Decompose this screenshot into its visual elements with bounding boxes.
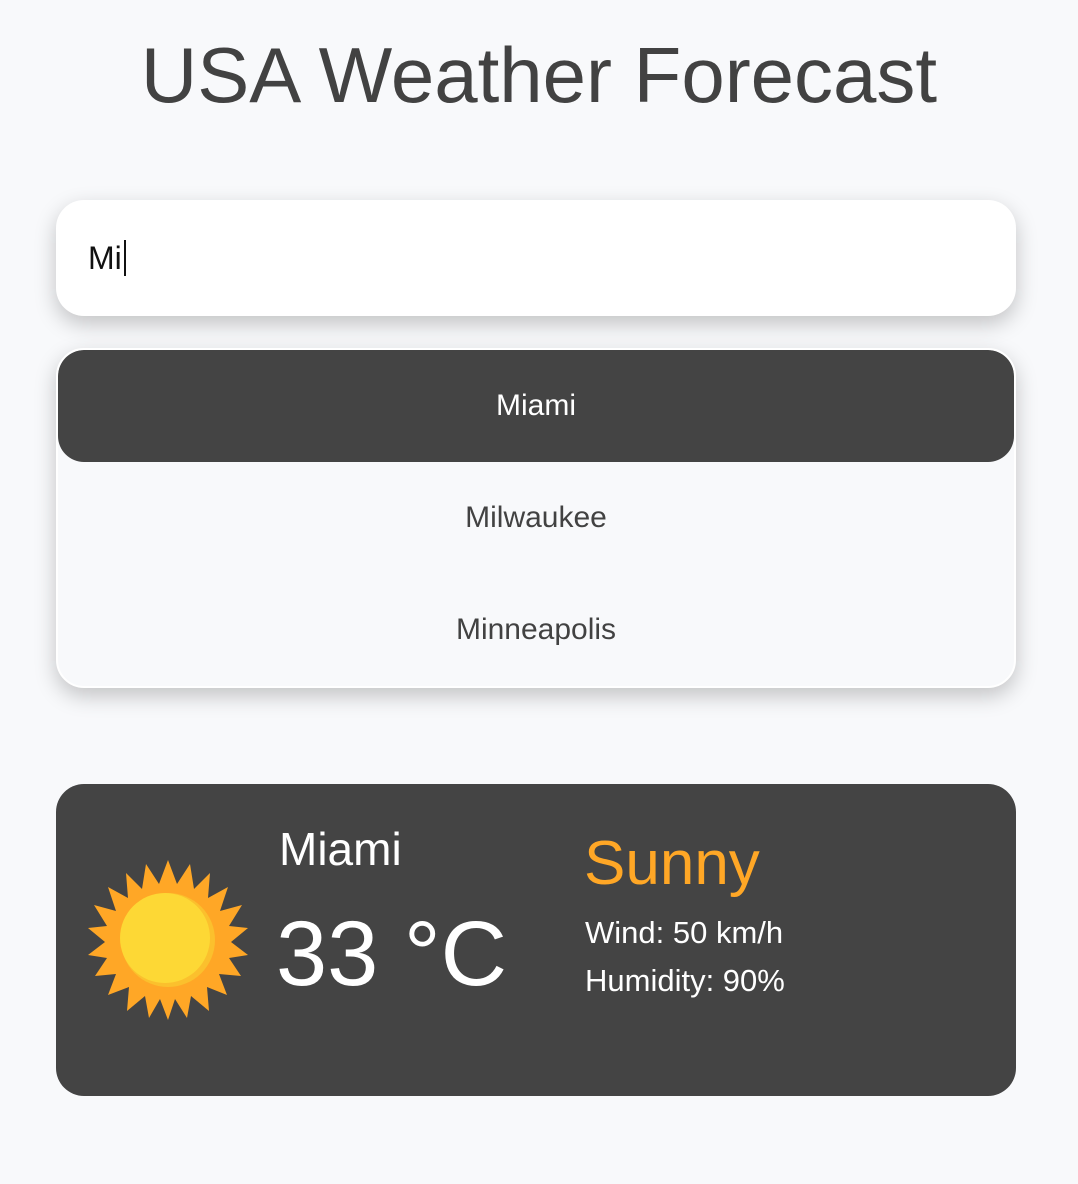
weather-temperature: 33 °C	[276, 903, 508, 1005]
suggestion-item-milwaukee[interactable]: Milwaukee	[58, 462, 1014, 574]
city-suggestions-list: Miami Milwaukee Minneapolis	[56, 348, 1016, 688]
page-title: USA Weather Forecast	[140, 31, 938, 119]
text-caret	[124, 240, 126, 276]
weather-app: USA Weather Forecast Miami Milwaukee Min…	[0, 0, 1078, 1184]
search-box[interactable]	[56, 200, 1016, 316]
weather-city: Miami	[279, 823, 402, 875]
city-search-input[interactable]	[88, 230, 978, 286]
suggestion-item-minneapolis[interactable]: Minneapolis	[58, 574, 1014, 686]
suggestion-item-miami[interactable]: Miami	[58, 350, 1014, 462]
sun-icon	[88, 860, 248, 1020]
weather-wind: Wind: 50 km/h	[585, 915, 784, 950]
weather-humidity: Humidity: 90%	[585, 963, 785, 998]
weather-condition: Sunny	[584, 829, 760, 898]
